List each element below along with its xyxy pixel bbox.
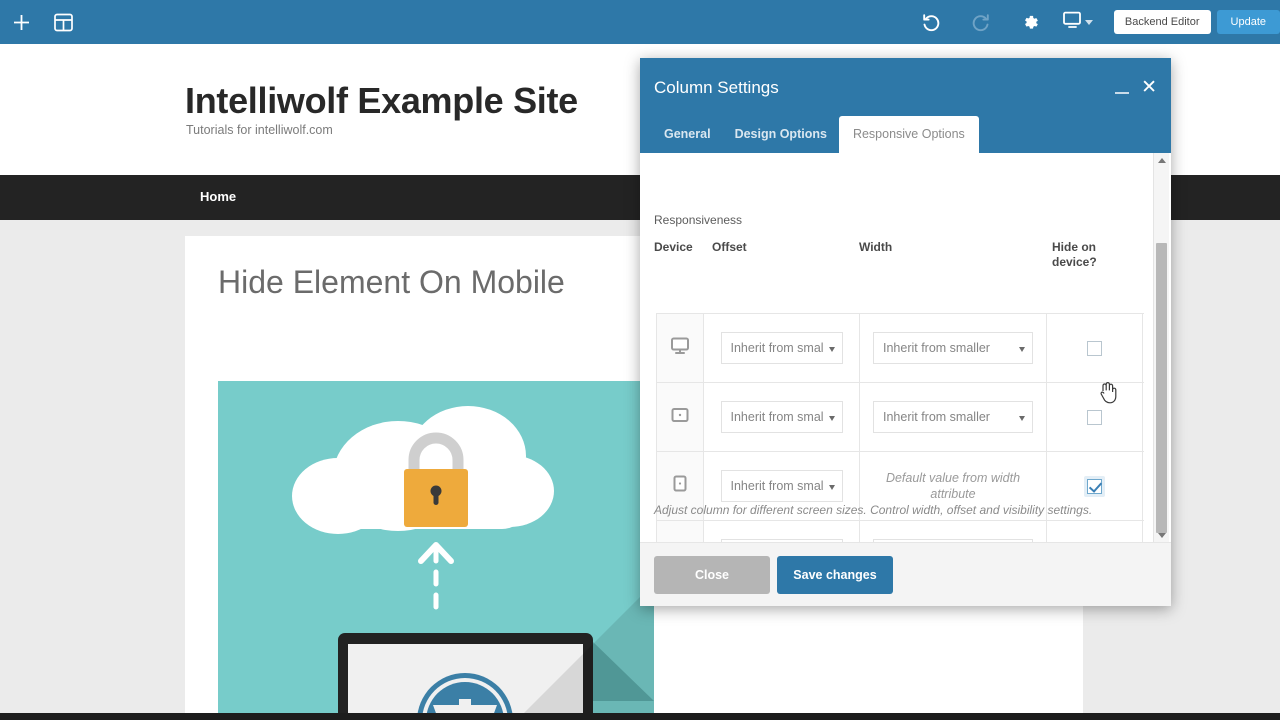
tab-general[interactable]: General — [652, 116, 723, 153]
templates-grid-icon[interactable] — [42, 0, 84, 44]
chevron-down-icon — [828, 347, 835, 352]
hide-cell — [1047, 521, 1143, 543]
gear-icon[interactable] — [1006, 0, 1056, 44]
save-changes-button[interactable]: Save changes — [777, 556, 893, 594]
offset-select-value: Inherit from smal — [730, 479, 824, 493]
mouse-cursor-hand-icon — [1098, 381, 1118, 410]
site-tagline: Tutorials for intelliwolf.com — [186, 123, 333, 137]
update-button[interactable]: Update — [1216, 10, 1280, 34]
close-icon[interactable]: ✕ — [1141, 78, 1157, 97]
backend-editor-button[interactable]: Backend Editor — [1113, 10, 1211, 34]
tablet-landscape-icon — [670, 406, 690, 429]
width-cell: Inherit from smaller — [860, 383, 1047, 451]
column-header-offset: Offset — [712, 240, 747, 254]
offset-cell: Inherit from smal — [704, 383, 860, 451]
tab-design-options[interactable]: Design Options — [723, 116, 839, 153]
chevron-down-icon — [1084, 19, 1093, 25]
offset-select-value: Inherit from smal — [730, 410, 824, 424]
width-cell — [860, 521, 1047, 543]
width-select[interactable]: Inherit from smaller — [873, 401, 1033, 433]
column-header-device: Device — [654, 240, 693, 254]
responsive-preview-button[interactable] — [1056, 0, 1106, 44]
table-hint-text: Adjust column for different screen sizes… — [654, 503, 1093, 517]
table-row: Inherit from smal Inherit from smaller — [657, 314, 1144, 383]
minimize-icon[interactable] — [1115, 82, 1130, 94]
width-select[interactable]: Inherit from smaller — [873, 332, 1033, 364]
width-cell: Inherit from smaller — [860, 314, 1047, 382]
page-title: Hide Element On Mobile — [218, 264, 565, 300]
offset-select-value: Inherit from smal — [730, 341, 824, 355]
modal-header: Column Settings ✕ General Design Options… — [640, 58, 1171, 153]
device-cell — [657, 383, 704, 451]
offset-cell: No offset — [704, 521, 860, 543]
hide-on-device-checkbox[interactable] — [1087, 340, 1102, 356]
hide-on-device-checkbox-focus-ring — [1084, 475, 1105, 497]
scroll-up-button[interactable] — [1154, 153, 1169, 168]
offset-select[interactable]: Inherit from smal — [720, 332, 843, 364]
chevron-down-icon — [1019, 416, 1025, 421]
triangle-down-icon — [1157, 533, 1166, 538]
offset-select[interactable]: Inherit from smal — [720, 401, 843, 433]
table-header: Device Offset Width Hide on device? — [654, 240, 1144, 282]
toolbar-right-group: Backend Editor Update — [906, 0, 1280, 44]
hero-illustration — [218, 381, 654, 713]
close-button[interactable]: Close — [654, 556, 770, 594]
responsiveness-label: Responsiveness — [654, 213, 743, 227]
modal-tabs: General Design Options Responsive Option… — [640, 116, 979, 153]
toolbar-left-group — [0, 0, 84, 44]
width-select-value: Inherit from smaller — [883, 341, 990, 355]
chevron-down-icon — [1019, 347, 1025, 352]
tablet-portrait-icon — [671, 474, 689, 499]
device-cell — [657, 314, 704, 382]
modal-window-controls: ✕ — [1115, 78, 1157, 97]
modal-scrollbar[interactable] — [1153, 153, 1169, 543]
column-header-hide: Hide on device? — [1052, 240, 1097, 269]
modal-footer: Close Save changes — [640, 542, 1171, 606]
hide-cell — [1047, 383, 1143, 451]
chevron-down-icon — [828, 416, 835, 421]
tab-responsive-options[interactable]: Responsive Options — [838, 116, 979, 153]
column-settings-modal: Column Settings ✕ General Design Options… — [640, 58, 1171, 606]
hide-on-device-checkbox[interactable] — [1087, 409, 1102, 425]
nav-item-home[interactable]: Home — [200, 189, 236, 204]
offset-select[interactable]: Inherit from smal — [720, 470, 843, 502]
device-cell — [657, 521, 704, 543]
plus-icon[interactable] — [0, 0, 42, 44]
table-row: No offset — [657, 521, 1144, 543]
site-title: Intelliwolf Example Site — [185, 80, 578, 121]
width-select-value: Inherit from smaller — [883, 410, 990, 424]
undo-icon[interactable] — [906, 0, 956, 44]
bottom-bar — [0, 713, 1280, 720]
screen-icon — [1063, 11, 1082, 34]
offset-cell: Inherit from smal — [704, 314, 860, 382]
table-row: Inherit from smal Inherit from smaller — [657, 383, 1144, 452]
scrollbar-thumb[interactable] — [1156, 243, 1167, 533]
screen: Backend Editor Update Intelliwolf Exampl… — [0, 0, 1280, 720]
chevron-down-icon — [828, 485, 835, 490]
column-header-width: Width — [859, 240, 893, 254]
hide-cell — [1047, 314, 1143, 382]
scroll-down-button[interactable] — [1154, 528, 1169, 543]
vc-toolbar: Backend Editor Update — [0, 0, 1280, 44]
modal-title: Column Settings — [654, 78, 779, 97]
desktop-icon — [670, 337, 690, 360]
redo-icon[interactable] — [956, 0, 1006, 44]
modal-body: Responsiveness Device Offset Width Hide … — [640, 153, 1171, 543]
triangle-up-icon — [1157, 158, 1166, 163]
width-default-note: Default value from width attribute — [885, 471, 1021, 501]
hero-corner-shadow — [524, 583, 654, 713]
hide-on-device-checkbox[interactable] — [1087, 478, 1102, 494]
